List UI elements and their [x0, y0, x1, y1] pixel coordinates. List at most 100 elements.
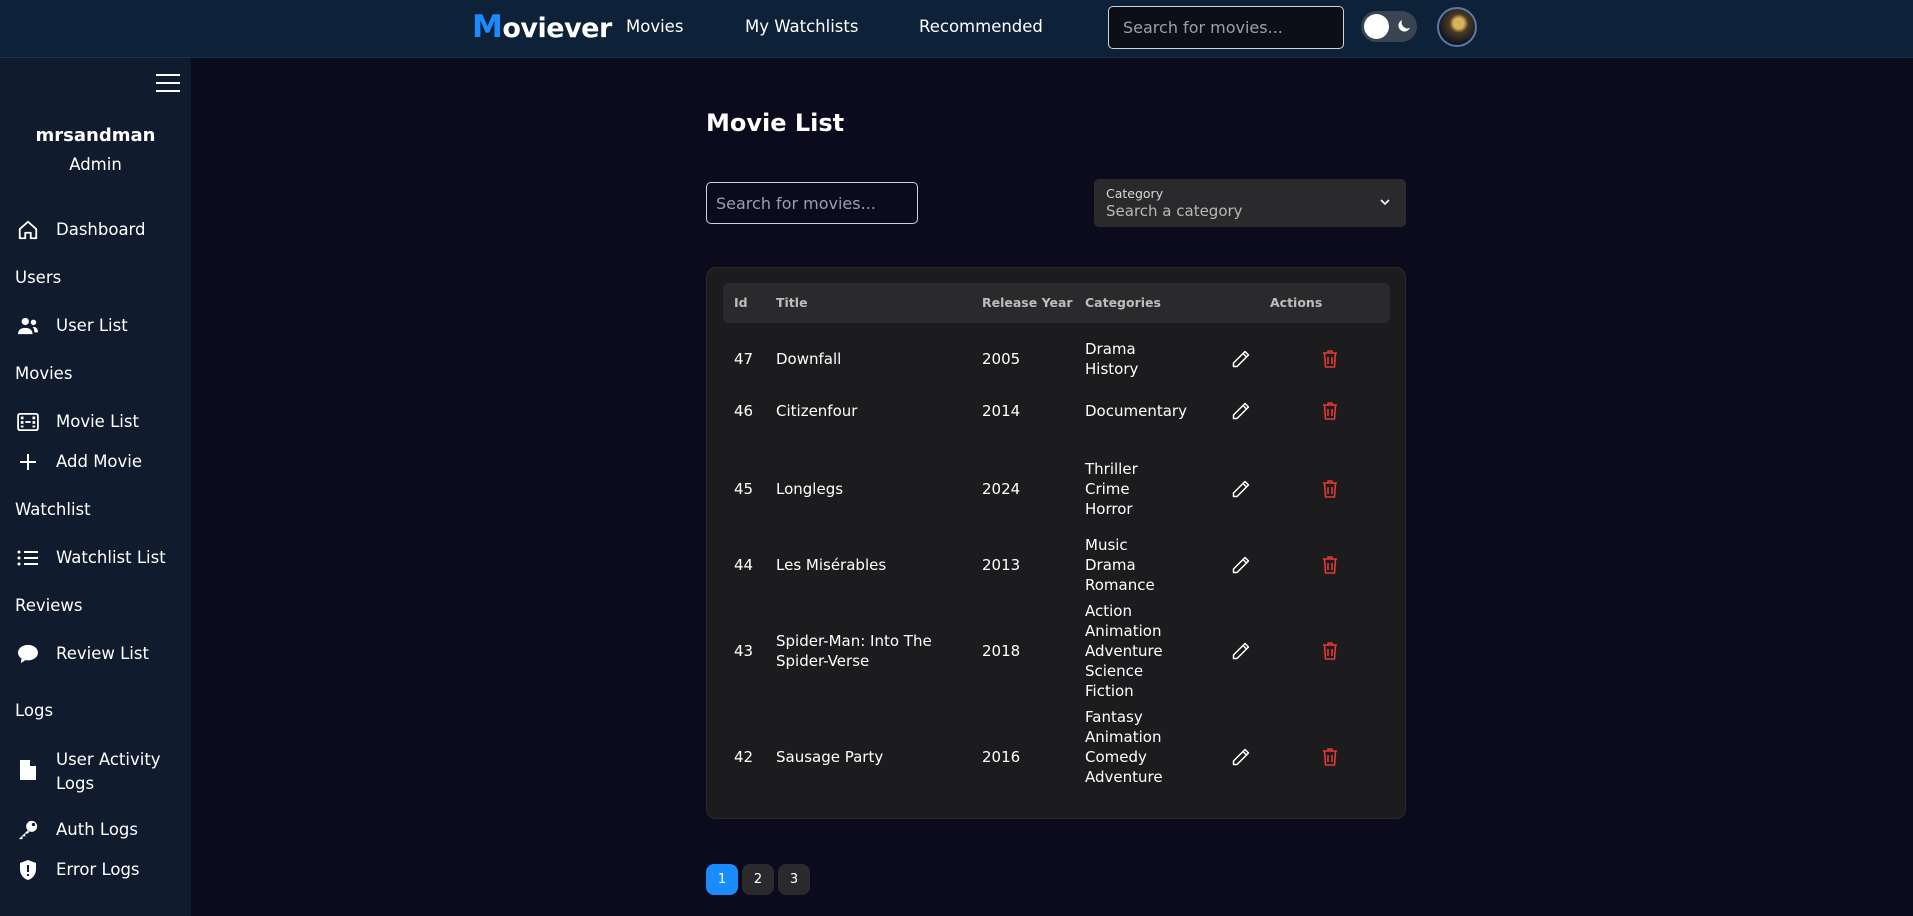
- edit-pencil-icon[interactable]: [1230, 640, 1252, 662]
- sidebar-item-label: Auth Logs: [56, 820, 138, 839]
- category-tag: Science Fiction: [1085, 662, 1144, 700]
- category-tag: Action: [1085, 602, 1132, 620]
- nav-link-movies[interactable]: Movies: [626, 16, 683, 38]
- brand-name: oviever: [502, 13, 612, 44]
- category-tag: Comedy: [1085, 748, 1147, 766]
- cell-title: Les Misérables: [776, 556, 887, 574]
- sidebar-item-add-movie[interactable]: Add Movie: [16, 450, 142, 474]
- sidebar-item-label: Error Logs: [56, 860, 140, 879]
- sidebar-item-error-logs[interactable]: Error Logs: [16, 858, 140, 882]
- sidebar-item-label: Watchlist List: [56, 548, 166, 567]
- sidebar-item-movie-list[interactable]: Movie List: [16, 410, 139, 434]
- table-row: 45 Longlegs 2024 Thriller Crime Horror: [707, 448, 1407, 518]
- category-tag: Horror: [1085, 500, 1133, 518]
- category-tag: Fantasy: [1085, 708, 1143, 726]
- page-button-3[interactable]: 3: [778, 864, 810, 895]
- sidebar-section-users: Users: [15, 268, 62, 287]
- category-tag: Romance: [1085, 576, 1155, 594]
- cell-categories: Documentary: [1085, 401, 1187, 421]
- cell-categories: Drama History: [1085, 339, 1138, 379]
- table-row: 46 Citizenfour 2014 Documentary: [707, 390, 1407, 432]
- cell-id: 43: [734, 642, 754, 660]
- sidebar: mrsandman Admin Dashboard Users User Lis…: [0, 58, 191, 916]
- hamburger-menu-icon[interactable]: [156, 74, 180, 94]
- movie-search-input[interactable]: [706, 182, 918, 224]
- cell-year: 2016: [982, 748, 1021, 766]
- sidebar-item-watchlist-list[interactable]: Watchlist List: [16, 546, 166, 570]
- plus-icon: [16, 450, 40, 474]
- table-row: 47 Downfall 2005 Drama History: [707, 334, 1407, 384]
- sidebar-item-review-list[interactable]: Review List: [16, 642, 149, 666]
- delete-trash-icon[interactable]: [1319, 554, 1341, 576]
- category-tag: Drama: [1085, 556, 1136, 574]
- table-row: 44 Les Misérables 2013 Music Drama Roman…: [707, 524, 1407, 594]
- table-row: 43 Spider-Man: Into The Spider-Verse 201…: [707, 600, 1407, 710]
- category-tag: Adventure: [1085, 768, 1163, 786]
- key-icon: [16, 818, 40, 842]
- cell-id: 42: [734, 748, 754, 766]
- edit-pencil-icon[interactable]: [1230, 348, 1252, 370]
- column-header-title: Title: [776, 295, 808, 310]
- toggle-knob: [1364, 14, 1389, 39]
- delete-trash-icon[interactable]: [1319, 746, 1341, 768]
- delete-trash-icon[interactable]: [1319, 400, 1341, 422]
- cell-title: Spider-Man: Into The Spider-Verse: [776, 632, 932, 670]
- delete-trash-icon[interactable]: [1319, 478, 1341, 500]
- brand-letter: M: [472, 9, 503, 45]
- nav-link-recommended[interactable]: Recommended: [919, 16, 1043, 38]
- edit-pencil-icon[interactable]: [1230, 478, 1252, 500]
- cell-title: Citizenfour: [776, 402, 858, 420]
- cell-title: Sausage Party: [776, 748, 884, 766]
- page-button-1[interactable]: 1: [706, 864, 738, 895]
- sidebar-item-dashboard[interactable]: Dashboard: [16, 218, 146, 242]
- sidebar-item-user-list[interactable]: User List: [16, 314, 128, 338]
- column-header-release-year: Release Year: [982, 295, 1073, 310]
- category-tag: History: [1085, 360, 1139, 378]
- table-header: Id Title Release Year Categories Actions: [723, 283, 1390, 323]
- category-select[interactable]: Category Search a category: [1094, 179, 1406, 227]
- users-icon: [16, 314, 40, 338]
- theme-toggle[interactable]: [1361, 11, 1417, 42]
- delete-trash-icon[interactable]: [1319, 348, 1341, 370]
- home-icon: [16, 218, 40, 242]
- page-button-2[interactable]: 2: [742, 864, 774, 895]
- movie-table: Id Title Release Year Categories Actions…: [706, 267, 1406, 819]
- delete-trash-icon[interactable]: [1319, 640, 1341, 662]
- sidebar-item-label: Add Movie: [56, 452, 143, 471]
- cell-year: 2018: [982, 642, 1021, 660]
- page-title: Movie List: [706, 109, 845, 137]
- sidebar-section-movies: Movies: [15, 364, 73, 383]
- sidebar-section-watchlist: Watchlist: [15, 500, 91, 519]
- sidebar-section-reviews: Reviews: [15, 596, 83, 615]
- brand-logo[interactable]: Moviever: [472, 9, 612, 47]
- sidebar-user-role: Admin: [69, 155, 122, 174]
- category-tag: Music: [1085, 536, 1128, 554]
- sidebar-item-auth-logs[interactable]: Auth Logs: [16, 818, 138, 842]
- top-navbar: Moviever Movies My Watchlists Recommende…: [0, 0, 1913, 58]
- category-placeholder: Search a category: [1106, 202, 1243, 220]
- edit-pencil-icon[interactable]: [1230, 400, 1252, 422]
- cell-title: Longlegs: [776, 480, 844, 498]
- chevron-down-icon: [1380, 199, 1390, 206]
- shield-icon: [16, 858, 40, 882]
- user-avatar[interactable]: [1437, 7, 1477, 47]
- cell-id: 45: [734, 480, 754, 498]
- edit-pencil-icon[interactable]: [1230, 746, 1252, 768]
- list-icon: [16, 546, 40, 570]
- sidebar-item-label: User List: [56, 316, 128, 335]
- sidebar-item-label: Review List: [56, 644, 149, 663]
- sidebar-item-user-activity-logs[interactable]: User Activity Logs: [16, 750, 161, 793]
- column-header-actions: Actions: [1270, 295, 1323, 310]
- table-row: 42 Sausage Party 2016 Fantasy Animation …: [707, 708, 1407, 806]
- category-tag: Adventure: [1085, 642, 1163, 660]
- category-tag: Crime: [1085, 480, 1130, 498]
- sidebar-item-label: User Activity Logs: [56, 750, 161, 793]
- category-tag: Animation: [1085, 728, 1162, 746]
- cell-year: 2013: [982, 556, 1021, 574]
- nav-link-my-watchlists[interactable]: My Watchlists: [745, 16, 858, 38]
- edit-pencil-icon[interactable]: [1230, 554, 1252, 576]
- file-icon: [16, 758, 40, 782]
- cell-id: 46: [734, 402, 754, 420]
- cell-categories: Thriller Crime Horror: [1085, 459, 1138, 519]
- top-search-input[interactable]: [1108, 6, 1344, 49]
